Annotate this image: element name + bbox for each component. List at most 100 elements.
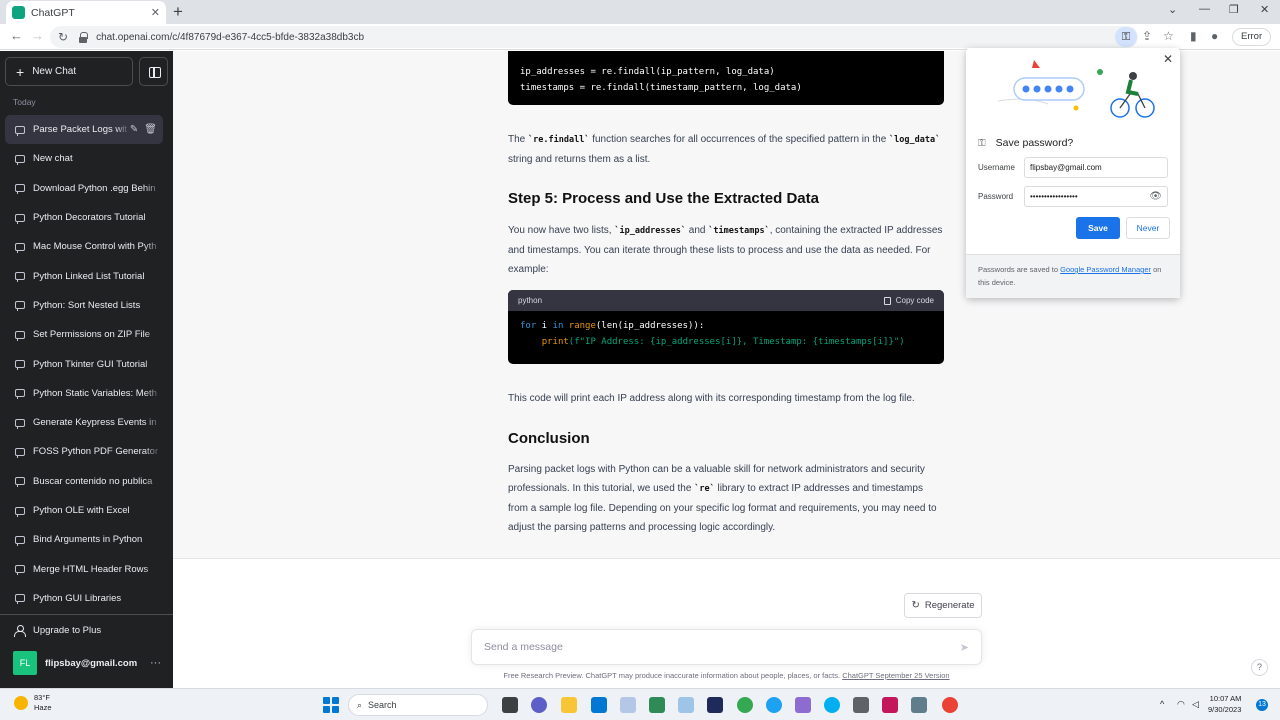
delete-icon[interactable]: 🗑: [144, 124, 157, 135]
url-field[interactable]: ↻ chat.openai.com/c/4f87679d-e367-4cc5-b…: [50, 26, 1138, 48]
photoshop-icon[interactable]: [707, 697, 723, 713]
copy-code-button[interactable]: Copy code: [883, 291, 934, 310]
bookmark-star-icon[interactable]: ☆: [1163, 29, 1174, 43]
sidebar-toggle-icon[interactable]: [139, 57, 168, 86]
chat-bubble-icon: [15, 506, 25, 517]
reload-icon[interactable]: ↻: [58, 30, 68, 44]
minimize-icon[interactable]: —: [1199, 3, 1210, 15]
chat-history-item[interactable]: Python OLE with Excel: [5, 496, 163, 525]
upgrade-to-plus-button[interactable]: Upgrade to Plus: [0, 615, 173, 645]
new-tab-icon[interactable]: +: [173, 2, 183, 22]
version-link[interactable]: ChatGPT September 25 Version: [842, 671, 949, 680]
chat-history-item[interactable]: Mac Mouse Control with Pyth: [5, 232, 163, 261]
code-token: (len(ip_addresses)):: [595, 321, 705, 331]
send-icon[interactable]: ➤: [960, 641, 969, 654]
tray-expand-icon[interactable]: ^: [1160, 699, 1164, 709]
regenerate-button[interactable]: ↻ Regenerate: [904, 593, 982, 618]
wifi-icon[interactable]: ◠: [1177, 699, 1185, 710]
sidebar-footer: Upgrade to Plus FL flipsbay@gmail.com ··…: [0, 614, 173, 681]
chat-history-title: Python: Sort Nested Lists: [33, 299, 141, 311]
share-icon[interactable]: ⇪: [1142, 29, 1152, 43]
clock-time: 10:07 AM: [1209, 694, 1242, 703]
browser-tab[interactable]: ChatGPT ✕: [6, 1, 166, 24]
new-chat-button[interactable]: + New Chat: [5, 57, 133, 86]
chat-history-item[interactable]: Download Python .egg Behin: [5, 174, 163, 203]
chat-history-item[interactable]: Python Decorators Tutorial: [5, 203, 163, 232]
tab-strip: ChatGPT ✕ + ⌄ — ❐ ✕: [0, 0, 1280, 24]
file-explorer-icon[interactable]: [561, 697, 577, 713]
chat-history-title: Python Decorators Tutorial: [33, 212, 146, 224]
back-icon[interactable]: ←: [10, 28, 23, 43]
forward-icon[interactable]: →: [31, 28, 44, 43]
app-icon[interactable]: [649, 697, 665, 713]
chat-history-item[interactable]: Python Tkinter GUI Tutorial: [5, 349, 163, 378]
system-clock[interactable]: 10:07 AM 9/30/2023: [1208, 693, 1241, 715]
error-badge[interactable]: Error: [1232, 28, 1272, 46]
store-icon[interactable]: [591, 697, 607, 713]
chrome-icon[interactable]: [766, 697, 782, 713]
chat-app-icon[interactable]: [531, 697, 547, 713]
tab-search-icon[interactable]: ⌄: [1168, 3, 1177, 16]
side-panel-icon[interactable]: ▮: [1190, 29, 1197, 43]
chat-history-item[interactable]: FOSS Python PDF Generator: [5, 437, 163, 466]
chat-history-item[interactable]: Parse Packet Logs wit ✎ 🗑: [5, 115, 163, 145]
chrome-icon[interactable]: [942, 697, 958, 713]
chat-history-item[interactable]: Buscar contenido no publica: [5, 467, 163, 496]
code-block: python Copy code for i in range(len(ip_a…: [508, 290, 944, 364]
windows-start-icon[interactable]: [323, 697, 339, 713]
skype-icon[interactable]: [824, 697, 840, 713]
app-icon[interactable]: [795, 697, 811, 713]
inline-code: `ip_addresses`: [614, 226, 687, 236]
password-manager-link[interactable]: Google Password Manager: [1060, 265, 1151, 274]
edit-icon[interactable]: ✎: [130, 124, 138, 135]
message-input[interactable]: [484, 641, 960, 653]
lock-icon[interactable]: [78, 31, 89, 43]
chat-history-item[interactable]: Python: Sort Nested Lists: [5, 291, 163, 320]
chrome-icon[interactable]: [737, 697, 753, 713]
chat-history-item[interactable]: Merge HTML Header Rows: [5, 554, 163, 583]
text: The: [508, 134, 529, 145]
restore-icon[interactable]: ❐: [1229, 3, 1239, 16]
notification-badge[interactable]: 13: [1256, 699, 1268, 711]
task-view-icon[interactable]: [502, 697, 518, 713]
never-save-button[interactable]: Never: [1126, 217, 1170, 239]
app-icon[interactable]: [620, 697, 636, 713]
weather-widget[interactable]: 83°F Haze: [14, 693, 52, 713]
app-icon[interactable]: [882, 697, 898, 713]
chat-bubble-icon: [15, 565, 25, 576]
save-password-button[interactable]: Save: [1076, 217, 1120, 239]
chat-history-item[interactable]: Generate Keypress Events in: [5, 408, 163, 437]
chat-history-title: New chat: [33, 153, 73, 165]
volume-icon[interactable]: ◁: [1192, 699, 1199, 710]
app-icon[interactable]: [911, 697, 927, 713]
app-icon[interactable]: [678, 697, 694, 713]
show-password-eye-icon[interactable]: 👁: [1149, 191, 1162, 202]
more-options-icon[interactable]: ···: [150, 657, 161, 669]
password-key-icon[interactable]: ⚿: [1115, 27, 1137, 47]
username-field[interactable]: flipsbay@gmail.com: [1024, 157, 1168, 178]
search-label: Search: [368, 700, 397, 710]
user-icon: [14, 625, 26, 637]
profile-icon[interactable]: ●: [1211, 29, 1218, 43]
chat-history-item[interactable]: New chat: [5, 144, 163, 173]
chat-history-item[interactable]: Python Static Variables: Meth: [5, 379, 163, 408]
account-menu[interactable]: FL flipsbay@gmail.com ···: [0, 645, 173, 681]
close-icon[interactable]: ✕: [1163, 52, 1173, 66]
code-text[interactable]: for i in range(len(ip_addresses)): print…: [508, 311, 944, 357]
help-icon[interactable]: ?: [1251, 659, 1268, 676]
password-field[interactable]: ••••••••••••••••• 👁: [1024, 186, 1168, 207]
chat-history-item[interactable]: Bind Arguments in Python: [5, 525, 163, 554]
code-text[interactable]: ip_addresses = re.findall(ip_pattern, lo…: [508, 51, 944, 103]
inline-code: `re`: [694, 484, 715, 494]
close-window-icon[interactable]: ✕: [1260, 3, 1269, 16]
tab-close-icon[interactable]: ✕: [151, 6, 160, 19]
paragraph: You now have two lists, `ip_addresses` a…: [508, 221, 944, 279]
chat-history-title: Mac Mouse Control with Pyth: [33, 241, 157, 253]
taskbar-search[interactable]: ⌕ Search: [348, 694, 488, 716]
calculator-icon[interactable]: [853, 697, 869, 713]
chat-history-item[interactable]: Set Permissions on ZIP File: [5, 320, 163, 349]
chat-history-item[interactable]: Python Linked List Tutorial: [5, 261, 163, 290]
chat-history-item[interactable]: Python GUI Libraries: [5, 584, 163, 613]
chat-bubble-icon: [15, 330, 25, 341]
